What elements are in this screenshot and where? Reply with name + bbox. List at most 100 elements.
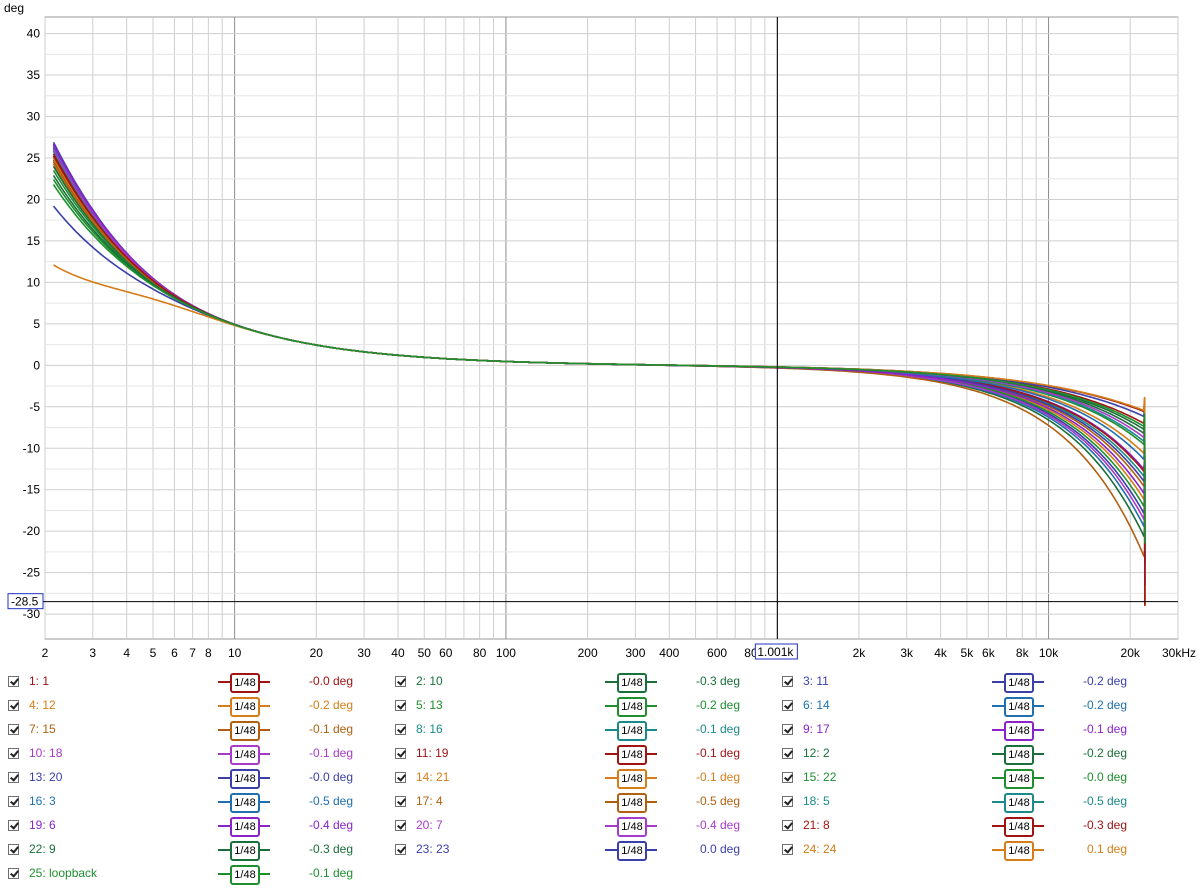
y-tick-label: -20: [23, 524, 41, 538]
series-visibility-checkbox[interactable]: [395, 724, 406, 735]
y-tick-label: 35: [27, 68, 41, 82]
series-visibility-checkbox[interactable]: [395, 796, 406, 807]
x-tick-label: 6: [171, 646, 178, 660]
smoothing-button[interactable]: 1/48: [218, 720, 270, 741]
smoothing-label: 1/48: [230, 841, 260, 861]
legend-row: 13: 20 1/48 -0.0 deg 14: 21 1/48 -0.1 deg 15: …: [0, 766, 1200, 790]
legend-row: 16: 3 1/48 -0.5 deg 17: 4 1/48 -0.5 deg 18: 51…: [0, 790, 1200, 814]
series-visibility-checkbox[interactable]: [782, 748, 793, 759]
series-visibility-checkbox[interactable]: [395, 748, 406, 759]
series-visibility-checkbox[interactable]: [782, 844, 793, 855]
y-tick-label: 30: [27, 110, 41, 124]
smoothing-label: 1/48: [230, 769, 260, 789]
smoothing-button[interactable]: 1/48: [605, 672, 657, 693]
smoothing-button[interactable]: 1/48: [218, 672, 270, 693]
series-name: 19: 6: [29, 818, 56, 832]
smoothing-button[interactable]: 1/48: [992, 840, 1044, 861]
smoothing-button[interactable]: 1/48: [218, 768, 270, 789]
legend-item: 24: 24 1/48 0.1 deg: [782, 838, 1172, 862]
x-tick-label: 8k: [1016, 646, 1030, 660]
smoothing-button[interactable]: 1/48: [605, 840, 657, 861]
series-visibility-checkbox[interactable]: [8, 772, 19, 783]
series-visibility-checkbox[interactable]: [782, 796, 793, 807]
smoothing-label: 1/48: [230, 721, 260, 741]
y-tick-label: -15: [23, 483, 41, 497]
series-value: -0.0 deg: [308, 770, 353, 784]
series-visibility-checkbox[interactable]: [8, 748, 19, 759]
smoothing-button[interactable]: 1/48: [218, 864, 270, 885]
y-tick-label: 5: [33, 317, 40, 331]
series-visibility-checkbox[interactable]: [395, 772, 406, 783]
series-visibility-checkbox[interactable]: [8, 796, 19, 807]
smoothing-button[interactable]: 1/48: [992, 744, 1044, 765]
smoothing-label: 1/48: [1004, 841, 1034, 861]
smoothing-label: 1/48: [1004, 673, 1034, 693]
legend-row: 10: 18 1/48 -0.1 deg 11: 19 1/48 -0.1 deg 12: …: [0, 742, 1200, 766]
smoothing-label: 1/48: [617, 769, 647, 789]
series-visibility-checkbox[interactable]: [8, 844, 19, 855]
smoothing-button[interactable]: 1/48: [605, 792, 657, 813]
legend-item: 17: 4 1/48 -0.5 deg: [395, 790, 785, 814]
series-visibility-checkbox[interactable]: [782, 724, 793, 735]
x-tick-label: 8: [205, 646, 212, 660]
series-visibility-checkbox[interactable]: [8, 724, 19, 735]
smoothing-button[interactable]: 1/48: [605, 696, 657, 717]
legend-item: 2: 10 1/48 -0.3 deg: [395, 670, 785, 694]
series-visibility-checkbox[interactable]: [8, 676, 19, 687]
series-name: 5: 13: [416, 698, 443, 712]
series-name: 20: 7: [416, 818, 443, 832]
smoothing-button[interactable]: 1/48: [218, 840, 270, 861]
series-visibility-checkbox[interactable]: [782, 772, 793, 783]
smoothing-button[interactable]: 1/48: [605, 768, 657, 789]
x-tick-label: 80: [473, 646, 487, 660]
series-value: -0.2 deg: [1082, 698, 1127, 712]
series-value: -0.5 deg: [1082, 794, 1127, 808]
phase-chart: 4035302520151050-5-10-15-20-25-30 234567…: [4, 1, 1196, 660]
smoothing-button[interactable]: 1/48: [218, 792, 270, 813]
series-visibility-checkbox[interactable]: [782, 676, 793, 687]
smoothing-button[interactable]: 1/48: [992, 696, 1044, 717]
series-name: 8: 16: [416, 722, 443, 736]
series-visibility-checkbox[interactable]: [8, 820, 19, 831]
smoothing-button[interactable]: 1/48: [605, 744, 657, 765]
smoothing-label: 1/48: [230, 745, 260, 765]
legend-item: 4: 12 1/48 -0.2 deg: [8, 694, 398, 718]
series-name: 15: 22: [803, 770, 837, 784]
smoothing-button[interactable]: 1/48: [992, 768, 1044, 789]
series-visibility-checkbox[interactable]: [782, 700, 793, 711]
legend-item: 16: 3 1/48 -0.5 deg: [8, 790, 398, 814]
legend-item: 12: 2 1/48 -0.2 deg: [782, 742, 1172, 766]
x-tick-label: 10k: [1039, 646, 1059, 660]
legend-item: 3: 11 1/48 -0.2 deg: [782, 670, 1172, 694]
smoothing-label: 1/48: [1004, 769, 1034, 789]
series-visibility-checkbox[interactable]: [8, 700, 19, 711]
series-visibility-checkbox[interactable]: [395, 844, 406, 855]
smoothing-button[interactable]: 1/48: [605, 720, 657, 741]
legend-item: 11: 19 1/48 -0.1 deg: [395, 742, 785, 766]
smoothing-button[interactable]: 1/48: [605, 816, 657, 837]
series-visibility-checkbox[interactable]: [395, 676, 406, 687]
smoothing-button[interactable]: 1/48: [218, 696, 270, 717]
series-visibility-checkbox[interactable]: [395, 820, 406, 831]
legend-row: 4: 12 1/48 -0.2 deg 5: 13 1/48 -0.2 deg 6: 14 1…: [0, 694, 1200, 718]
legend-item: 7: 15 1/48 -0.1 deg: [8, 718, 398, 742]
smoothing-button[interactable]: 1/48: [992, 720, 1044, 741]
series-name: 21: 8: [803, 818, 830, 832]
x-tick-label: 3: [89, 646, 96, 660]
x-tick-label: 50: [418, 646, 432, 660]
legend-item: 13: 20 1/48 -0.0 deg: [8, 766, 398, 790]
series-name: 24: 24: [803, 842, 837, 856]
legend-item: 8: 16 1/48 -0.1 deg: [395, 718, 785, 742]
smoothing-button[interactable]: 1/48: [218, 744, 270, 765]
series-visibility-checkbox[interactable]: [8, 868, 19, 879]
smoothing-label: 1/48: [617, 697, 647, 717]
legend-item: 19: 6 1/48 -0.4 deg: [8, 814, 398, 838]
smoothing-button[interactable]: 1/48: [992, 792, 1044, 813]
y-tick-label: -10: [23, 441, 41, 455]
series-visibility-checkbox[interactable]: [395, 700, 406, 711]
smoothing-label: 1/48: [230, 817, 260, 837]
smoothing-button[interactable]: 1/48: [218, 816, 270, 837]
smoothing-button[interactable]: 1/48: [992, 672, 1044, 693]
smoothing-button[interactable]: 1/48: [992, 816, 1044, 837]
series-visibility-checkbox[interactable]: [782, 820, 793, 831]
